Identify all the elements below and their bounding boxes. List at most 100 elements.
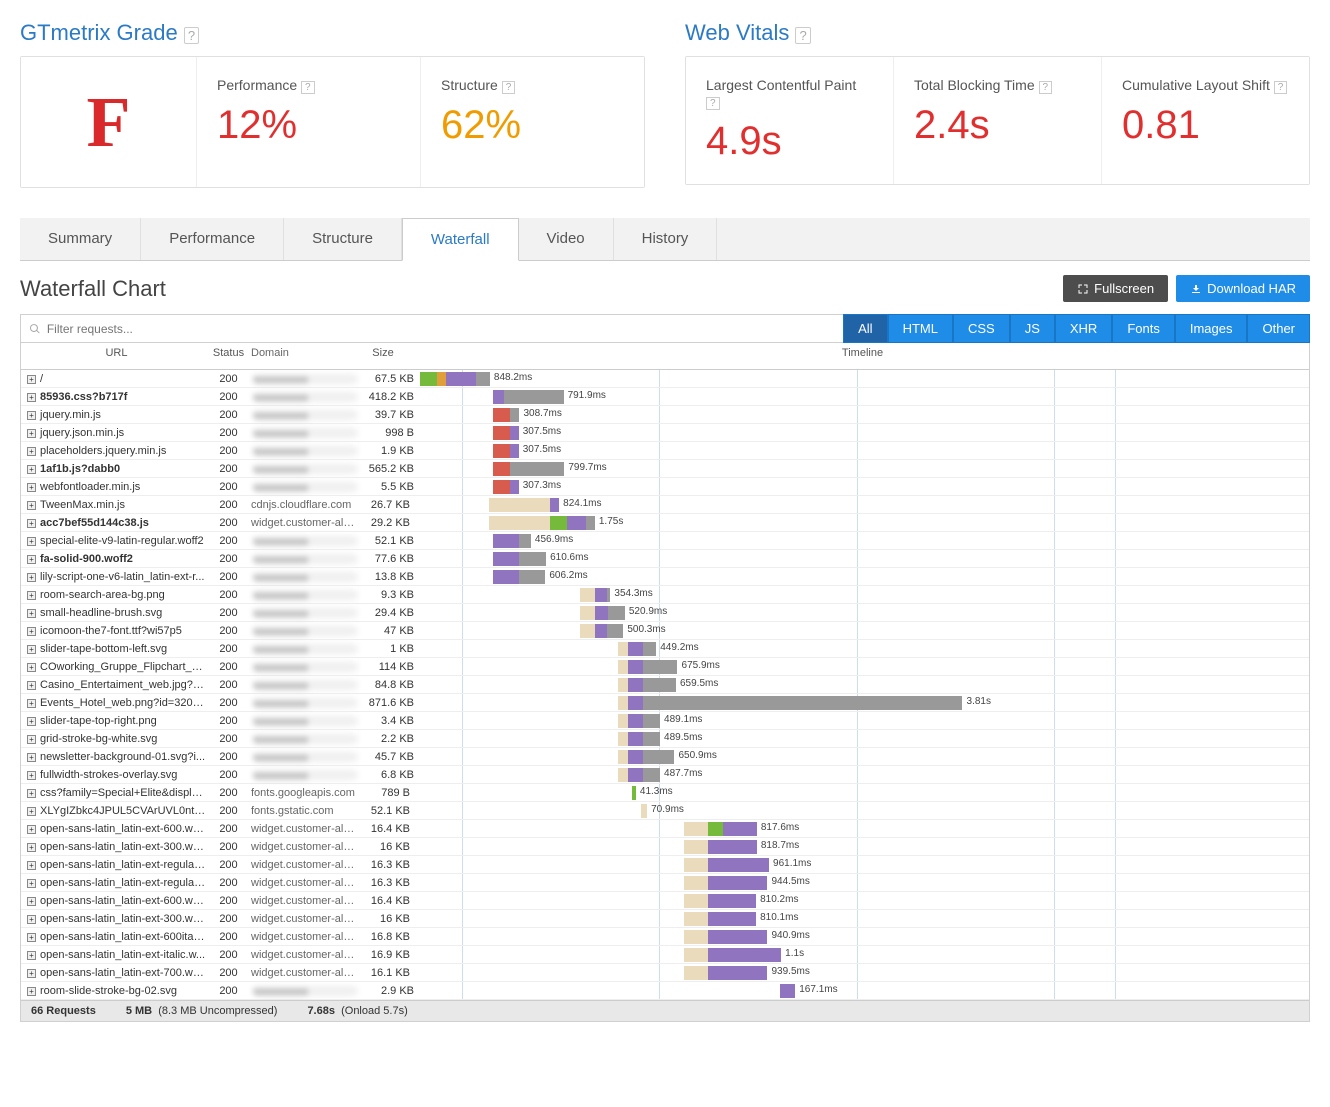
table-row[interactable]: +lily-script-one-v6-latin_latin-ext-r...… [21,568,1309,586]
request-url[interactable]: +slider-tape-bottom-left.svg [21,643,206,655]
table-row[interactable]: +slider-tape-top-right.png200xxxxxxxxxx3… [21,712,1309,730]
tab-video[interactable]: Video [519,218,614,260]
expand-icon[interactable]: + [27,789,36,798]
table-row[interactable]: +fullwidth-strokes-overlay.svg200xxxxxxx… [21,766,1309,784]
filter-search-input[interactable] [41,320,835,338]
tab-waterfall[interactable]: Waterfall [402,218,519,261]
table-row[interactable]: +open-sans-latin_latin-ext-regular....20… [21,874,1309,892]
expand-icon[interactable]: + [27,393,36,402]
table-row[interactable]: +jquery.min.js200xxxxxxxxxx39.7 KB308.7m… [21,406,1309,424]
expand-icon[interactable]: + [27,915,36,924]
fullscreen-button[interactable]: Fullscreen [1063,275,1168,302]
table-row[interactable]: +acc7bef55d144c38.js200widget.customer-a… [21,514,1309,532]
filter-all[interactable]: All [843,314,887,343]
expand-icon[interactable]: + [27,375,36,384]
expand-icon[interactable]: + [27,843,36,852]
col-domain-header[interactable]: Domain [251,347,356,365]
table-row[interactable]: +room-search-area-bg.png200xxxxxxxxxx9.3… [21,586,1309,604]
request-url[interactable]: +COworking_Gruppe_Flipchart_w... [21,661,206,673]
expand-icon[interactable]: + [27,537,36,546]
col-size-header[interactable]: Size [356,347,416,365]
request-url[interactable]: +fullwidth-strokes-overlay.svg [21,769,206,781]
request-url[interactable]: +TweenMax.min.js [21,499,206,511]
request-url[interactable]: +jquery.json.min.js [21,427,206,439]
expand-icon[interactable]: + [27,411,36,420]
table-row[interactable]: +1af1b.js?dabb0200xxxxxxxxxx565.2 KB799.… [21,460,1309,478]
help-icon[interactable]: ? [502,81,516,94]
expand-icon[interactable]: + [27,951,36,960]
expand-icon[interactable]: + [27,591,36,600]
filter-other[interactable]: Other [1247,314,1310,343]
request-url[interactable]: +grid-stroke-bg-white.svg [21,733,206,745]
request-url[interactable]: +icomoon-the7-font.ttf?wi57p5 [21,625,206,637]
help-icon[interactable]: ? [184,27,199,44]
table-row[interactable]: +fa-solid-900.woff2200xxxxxxxxxx77.6 KB6… [21,550,1309,568]
table-row[interactable]: +placeholders.jquery.min.js200xxxxxxxxxx… [21,442,1309,460]
request-url[interactable]: +room-slide-stroke-bg-02.svg [21,985,206,997]
table-row[interactable]: +open-sans-latin_latin-ext-600.woff2200w… [21,892,1309,910]
table-row[interactable]: +open-sans-latin_latin-ext-regular....20… [21,856,1309,874]
expand-icon[interactable]: + [27,825,36,834]
table-row[interactable]: +newsletter-background-01.svg?i...200xxx… [21,748,1309,766]
table-row[interactable]: +slider-tape-bottom-left.svg200xxxxxxxxx… [21,640,1309,658]
table-row[interactable]: +open-sans-latin_latin-ext-300.woff2200w… [21,910,1309,928]
request-url[interactable]: +open-sans-latin_latin-ext-regular.... [21,859,206,871]
help-icon[interactable]: ? [301,81,315,94]
expand-icon[interactable]: + [27,483,36,492]
request-url[interactable]: +lily-script-one-v6-latin_latin-ext-r... [21,571,206,583]
request-url[interactable]: +newsletter-background-01.svg?i... [21,751,206,763]
expand-icon[interactable]: + [27,735,36,744]
expand-icon[interactable]: + [27,519,36,528]
expand-icon[interactable]: + [27,807,36,816]
expand-icon[interactable]: + [27,555,36,564]
table-row[interactable]: +grid-stroke-bg-white.svg200xxxxxxxxxx2.… [21,730,1309,748]
table-row[interactable]: +jquery.json.min.js200xxxxxxxxxx998 B307… [21,424,1309,442]
request-url[interactable]: +room-search-area-bg.png [21,589,206,601]
request-url[interactable]: +jquery.min.js [21,409,206,421]
request-url[interactable]: +open-sans-latin_latin-ext-600.woff2 [21,823,206,835]
request-url[interactable]: +acc7bef55d144c38.js [21,517,206,529]
request-url[interactable]: +85936.css?b717f [21,391,206,403]
table-row[interactable]: +Casino_Entertaiment_web.jpg?id...200xxx… [21,676,1309,694]
expand-icon[interactable]: + [27,663,36,672]
expand-icon[interactable]: + [27,501,36,510]
filter-js[interactable]: JS [1010,314,1055,343]
table-row[interactable]: +open-sans-latin_latin-ext-700.woff2200w… [21,964,1309,982]
tab-structure[interactable]: Structure [284,218,402,260]
request-url[interactable]: +fa-solid-900.woff2 [21,553,206,565]
expand-icon[interactable]: + [27,987,36,996]
expand-icon[interactable]: + [27,879,36,888]
table-row[interactable]: +special-elite-v9-latin-regular.woff2200… [21,532,1309,550]
expand-icon[interactable]: + [27,465,36,474]
col-url-header[interactable]: URL [21,347,206,365]
col-status-header[interactable]: Status [206,347,251,365]
tab-summary[interactable]: Summary [20,218,141,260]
help-icon[interactable]: ? [1274,81,1288,94]
tab-history[interactable]: History [614,218,718,260]
table-row[interactable]: +85936.css?b717f200xxxxxxxxxx418.2 KB791… [21,388,1309,406]
expand-icon[interactable]: + [27,717,36,726]
request-url[interactable]: +css?family=Special+Elite&displa... [21,787,206,799]
table-row[interactable]: +/200xxxxxxxxxx67.5 KB848.2ms [21,370,1309,388]
request-url[interactable]: +open-sans-latin_latin-ext-regular.... [21,877,206,889]
expand-icon[interactable]: + [27,897,36,906]
expand-icon[interactable]: + [27,609,36,618]
request-url[interactable]: +open-sans-latin_latin-ext-300.woff2 [21,841,206,853]
expand-icon[interactable]: + [27,969,36,978]
tab-performance[interactable]: Performance [141,218,284,260]
table-body[interactable]: +/200xxxxxxxxxx67.5 KB848.2ms+85936.css?… [21,370,1309,1000]
table-row[interactable]: +Events_Hotel_web.png?id=3203....200xxxx… [21,694,1309,712]
request-url[interactable]: +/ [21,373,206,385]
expand-icon[interactable]: + [27,447,36,456]
help-icon[interactable]: ? [706,97,720,110]
request-url[interactable]: +slider-tape-top-right.png [21,715,206,727]
expand-icon[interactable]: + [27,753,36,762]
request-url[interactable]: +open-sans-latin_latin-ext-300.woff2 [21,913,206,925]
request-url[interactable]: +placeholders.jquery.min.js [21,445,206,457]
filter-xhr[interactable]: XHR [1055,314,1112,343]
expand-icon[interactable]: + [27,861,36,870]
table-row[interactable]: +css?family=Special+Elite&displa...200fo… [21,784,1309,802]
help-icon[interactable]: ? [1039,81,1053,94]
table-row[interactable]: +open-sans-latin_latin-ext-300.woff2200w… [21,838,1309,856]
expand-icon[interactable]: + [27,681,36,690]
